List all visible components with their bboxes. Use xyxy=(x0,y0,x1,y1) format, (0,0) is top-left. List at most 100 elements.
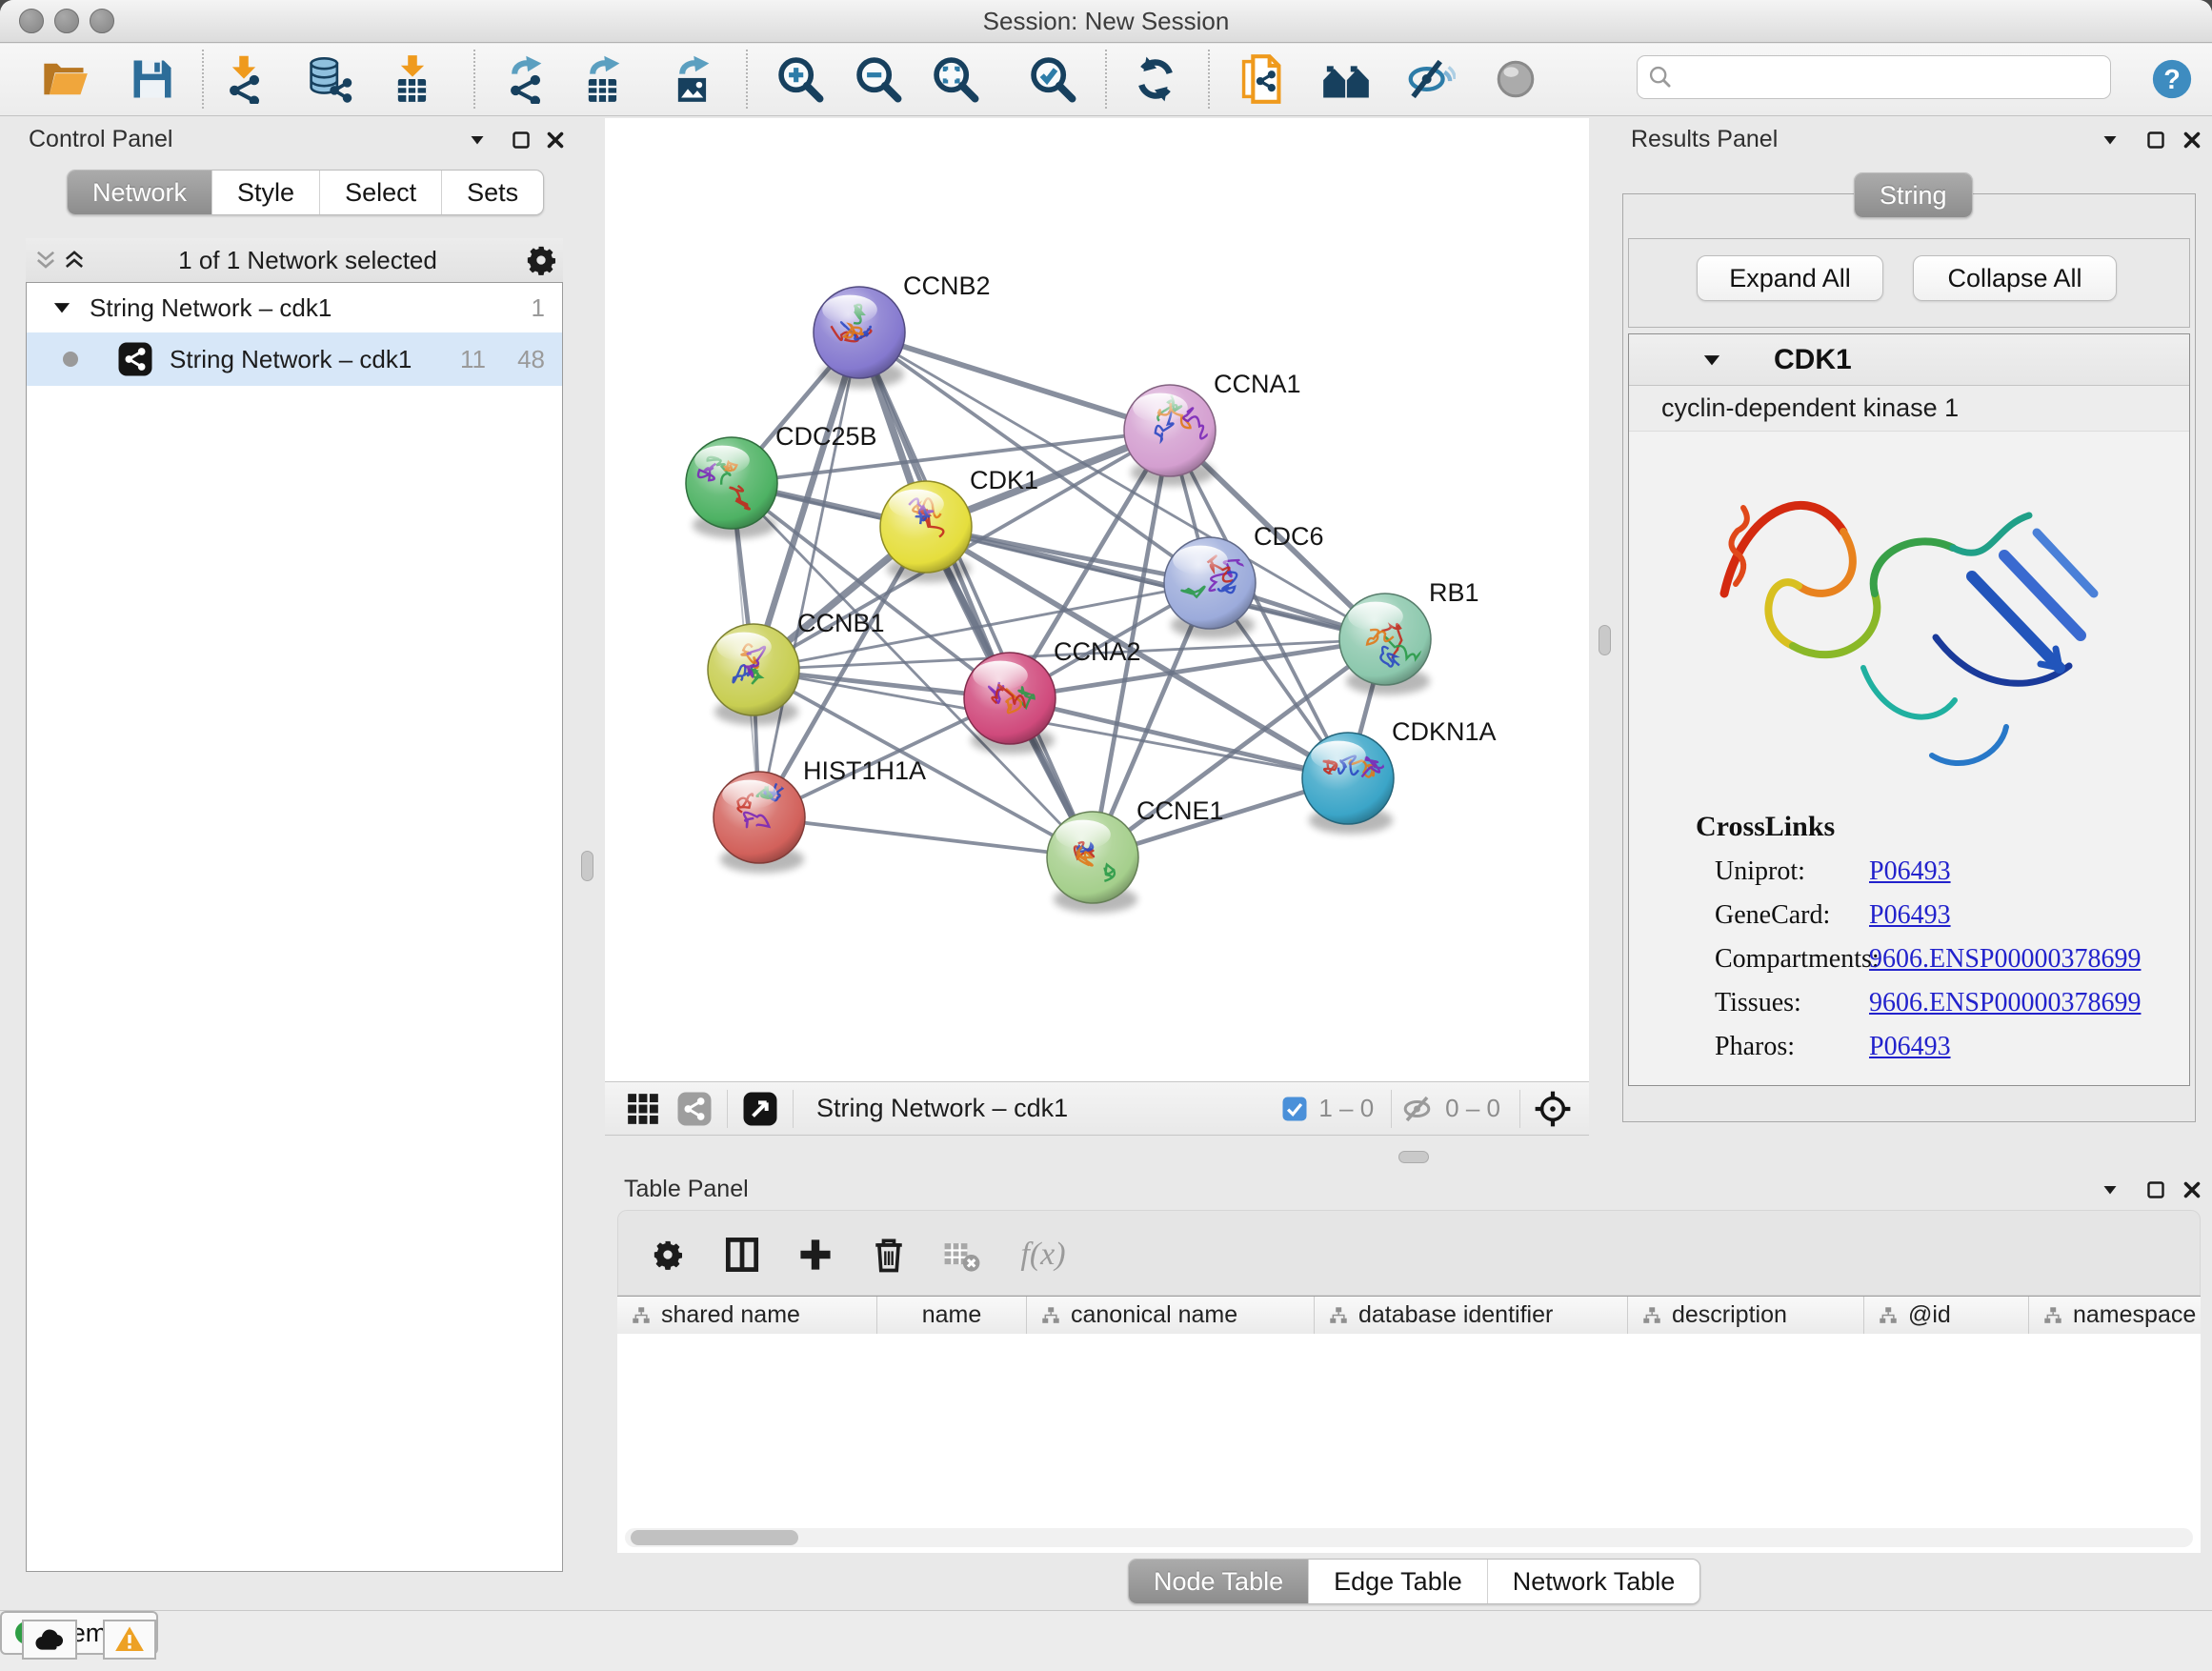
tab-style[interactable]: Style xyxy=(212,171,320,214)
show-graphics-icon xyxy=(1491,54,1540,104)
crosslink-link[interactable]: 9606.ENSP00000378699 xyxy=(1869,944,2141,975)
splitter-handle[interactable] xyxy=(581,851,593,881)
node-CCNB1[interactable] xyxy=(708,624,799,725)
node-CDKN1A[interactable] xyxy=(1302,733,1394,834)
column-header-canonical-name[interactable]: canonical name xyxy=(1027,1297,1315,1334)
zoom-fit-button[interactable] xyxy=(928,51,983,107)
node-HIST1H1A[interactable] xyxy=(714,772,805,873)
network-graph[interactable]: CCNB2CCNA1CDC25BCDK1CDC6RB1CCNB1CCNA2CDK… xyxy=(605,118,1589,1081)
zoom-out-button[interactable] xyxy=(851,51,906,107)
current-network-dot-icon xyxy=(63,352,78,367)
search-field[interactable] xyxy=(1681,63,2101,92)
import-table-button[interactable] xyxy=(385,51,440,107)
network-label: String Network – cdk1 xyxy=(170,345,412,374)
create-column-button[interactable] xyxy=(793,1232,838,1278)
export-image-icon xyxy=(668,54,717,104)
column-header-namespace[interactable]: namespace xyxy=(2029,1297,2212,1334)
delete-table-button[interactable] xyxy=(938,1232,984,1278)
results-entry-header[interactable]: CDK1 xyxy=(1629,334,2189,386)
share-document-button[interactable] xyxy=(1234,51,1289,107)
table-panel-float-button[interactable] xyxy=(2142,1176,2170,1204)
results-panel-close-button[interactable] xyxy=(2178,126,2206,154)
application-window: Session: New Session ? Control Panel Net… xyxy=(0,0,2212,1671)
gear-icon xyxy=(652,1238,684,1271)
birdseye-view-button[interactable] xyxy=(737,1086,783,1132)
node-CCNE1[interactable] xyxy=(1047,812,1138,913)
expand-all-button[interactable]: Expand All xyxy=(1697,255,1883,301)
network-tree-row-selected[interactable]: String Network – cdk1 11 48 xyxy=(27,332,562,386)
control-panel-close-button[interactable] xyxy=(541,126,570,154)
import-table-icon xyxy=(388,54,437,104)
show-columns-button[interactable] xyxy=(719,1232,765,1278)
open-session-button[interactable] xyxy=(37,51,92,107)
tab-sets[interactable]: Sets xyxy=(442,171,543,214)
export-image-button[interactable] xyxy=(665,51,720,107)
warnings-button[interactable] xyxy=(103,1620,156,1660)
node-RB1[interactable] xyxy=(1339,594,1431,695)
tab-select[interactable]: Select xyxy=(320,171,442,214)
node-CCNA1[interactable] xyxy=(1124,385,1216,486)
control-panel-collapse-button[interactable] xyxy=(463,126,492,154)
column-header-description[interactable]: description xyxy=(1628,1297,1864,1334)
splitter-handle[interactable] xyxy=(1599,625,1611,655)
expander-icon[interactable] xyxy=(1699,348,1724,372)
string-home-button[interactable] xyxy=(1318,51,1374,107)
save-session-button[interactable] xyxy=(125,51,180,107)
node-CCNA2[interactable] xyxy=(964,653,1056,754)
cloud-button[interactable] xyxy=(22,1620,77,1660)
search-input[interactable] xyxy=(1637,55,2111,99)
zoom-in-button[interactable] xyxy=(773,51,828,107)
show-graphics-button[interactable] xyxy=(1488,51,1543,107)
tab-edge-table[interactable]: Edge Table xyxy=(1309,1560,1488,1603)
export-network-button[interactable] xyxy=(497,51,553,107)
network-canvas[interactable]: CCNB2CCNA1CDC25BCDK1CDC6RB1CCNB1CCNA2CDK… xyxy=(605,118,1589,1081)
tab-network-table[interactable]: Network Table xyxy=(1488,1560,1700,1603)
results-panel-collapse-button[interactable] xyxy=(2096,126,2124,154)
collapse-all-button[interactable]: Collapse All xyxy=(1913,255,2117,301)
node-CDC25B[interactable] xyxy=(686,437,777,538)
node-CDK1[interactable] xyxy=(880,481,972,582)
grid-view-button[interactable] xyxy=(620,1086,666,1132)
crosslink-link[interactable]: 9606.ENSP00000378699 xyxy=(1869,988,2141,1018)
import-database-button[interactable] xyxy=(301,51,356,107)
refresh-button[interactable] xyxy=(1128,51,1183,107)
gene-description-row: cyclin-dependent kinase 1 xyxy=(1629,386,2189,432)
horizontal-scrollbar[interactable] xyxy=(625,1528,2193,1547)
hidden-eye-icon[interactable] xyxy=(1401,1092,1436,1126)
hide-graphics-button[interactable] xyxy=(1403,51,1458,107)
table-panel-close-button[interactable] xyxy=(2178,1176,2206,1204)
zoom-selected-button[interactable] xyxy=(1025,51,1080,107)
table-options-button[interactable] xyxy=(645,1232,691,1278)
column-header-name[interactable]: name xyxy=(877,1297,1027,1334)
node-CCNB2[interactable] xyxy=(814,287,905,388)
fit-selected-button[interactable] xyxy=(1530,1086,1576,1132)
crosslink-link[interactable]: P06493 xyxy=(1869,856,1951,887)
column-header-shared-name[interactable]: shared name xyxy=(617,1297,877,1334)
results-panel-float-button[interactable] xyxy=(2142,126,2170,154)
network-options-button[interactable] xyxy=(527,246,555,274)
control-panel-float-button[interactable] xyxy=(507,126,535,154)
help-button[interactable]: ? xyxy=(2144,51,2200,107)
expander-icon[interactable] xyxy=(50,295,74,320)
column-header-database-identifier[interactable]: database identifier xyxy=(1315,1297,1628,1334)
tab-network[interactable]: Network xyxy=(68,171,212,214)
network-tree-root-row[interactable]: String Network – cdk1 1 xyxy=(27,283,562,332)
crosslink-link[interactable]: P06493 xyxy=(1869,1032,1951,1062)
collapse-all-networks-button[interactable] xyxy=(31,246,60,274)
table-panel-collapse-button[interactable] xyxy=(2096,1176,2124,1204)
scrollbar-thumb[interactable] xyxy=(631,1530,798,1545)
expand-all-networks-button[interactable] xyxy=(60,246,89,274)
column-header-@id[interactable]: @id xyxy=(1864,1297,2029,1334)
delete-column-button[interactable] xyxy=(866,1232,912,1278)
tab-string[interactable]: String xyxy=(1855,173,1972,217)
crosslink-link[interactable]: P06493 xyxy=(1869,900,1951,931)
selected-checkbox-icon[interactable] xyxy=(1280,1095,1309,1123)
tab-node-table[interactable]: Node Table xyxy=(1129,1560,1309,1603)
splitter-handle[interactable] xyxy=(1398,1151,1429,1163)
string-view-button[interactable] xyxy=(672,1086,717,1132)
results-entry-cdk1: CDK1 cyclin-dependent kinase 1 xyxy=(1628,333,2190,1086)
import-network-button[interactable] xyxy=(216,51,271,107)
export-table-button[interactable] xyxy=(575,51,631,107)
function-builder-button[interactable]: f(x) xyxy=(1007,1232,1079,1278)
node-CDC6[interactable] xyxy=(1164,537,1256,638)
